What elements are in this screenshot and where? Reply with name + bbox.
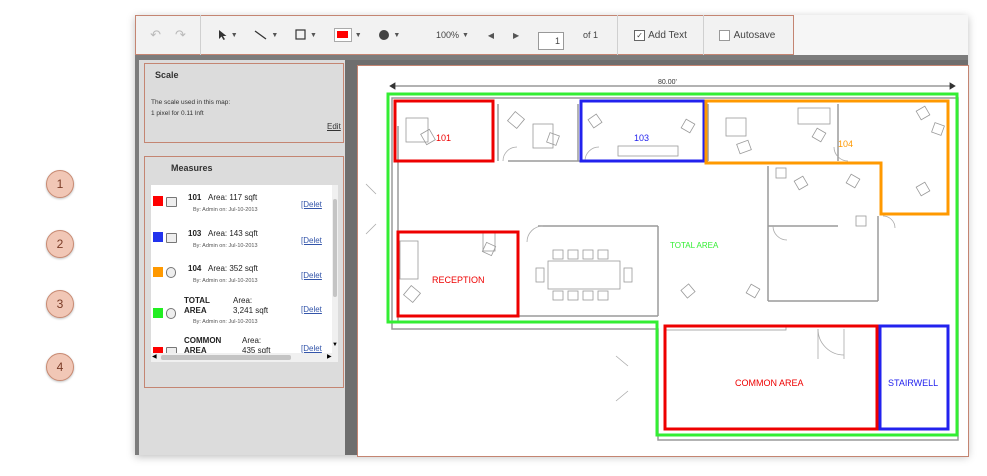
app-window: ↶ ↷ ▼ ▼ ▼ ▼ ▼ 100% ▼ ◀ ▶ 1 of 1 ✓ Add Te…: [135, 15, 969, 457]
measures-vertical-scrollbar[interactable]: ▼: [332, 185, 338, 353]
reception-label: RECEPTION: [432, 275, 485, 285]
building-walls: [391, 97, 959, 441]
next-page-icon[interactable]: ▶: [513, 16, 519, 54]
rectangle-tool-button[interactable]: ▼: [295, 16, 317, 54]
list-item[interactable]: 103 Area: 143 sqft By: Admin on: Jul-10-…: [151, 226, 338, 260]
circle-fill-icon: [379, 30, 390, 40]
room-icon: [166, 233, 177, 243]
color-picker-button[interactable]: ▼: [333, 16, 362, 54]
toolbar: ↶ ↷ ▼ ▼ ▼ ▼ ▼ 100% ▼ ◀ ▶ 1 of 1 ✓ Add Te…: [135, 15, 794, 55]
add-text-label: Add Text: [648, 29, 687, 41]
line-tool-icon: [254, 30, 267, 40]
reception-outline[interactable]: [396, 230, 520, 318]
room-104-label: 104: [838, 139, 853, 149]
toolbar-empty-area: [794, 15, 968, 55]
scroll-down-icon[interactable]: ▼: [332, 342, 338, 348]
room-101-outline[interactable]: [393, 99, 495, 163]
total-area-label: TOTAL AREA: [670, 241, 719, 250]
room-icon: [166, 197, 177, 207]
page-input[interactable]: 1: [538, 31, 565, 50]
scale-value: 1 pixel for 0.11 lnft: [151, 110, 204, 117]
floorplan-canvas[interactable]: 80.00' 101 103 104 TOTAL AREA RECEPTION …: [357, 65, 969, 457]
callout-1: 1: [46, 170, 74, 198]
add-text-toggle[interactable]: ✓ Add Text: [618, 16, 703, 54]
delete-link[interactable]: [Delet: [301, 236, 322, 245]
callout-3: 3: [46, 290, 74, 318]
autosave-checkbox[interactable]: [718, 29, 730, 41]
furniture: [399, 105, 945, 331]
color-swatch-icon: [333, 28, 352, 42]
list-item[interactable]: 104 Area: 352 sqft By: Admin on: Jul-10-…: [151, 261, 338, 295]
redo-icon[interactable]: ↷: [175, 16, 186, 54]
scale-edit-link[interactable]: Edit: [327, 122, 341, 131]
delete-link[interactable]: [Delet: [301, 344, 322, 353]
delete-link[interactable]: [Delet: [301, 271, 322, 280]
delete-link[interactable]: [Delet: [301, 200, 322, 209]
list-item[interactable]: TOTAL AREA Area: 3,241 sqft By: Admin on…: [151, 294, 338, 334]
room-103-label: 103: [634, 133, 649, 143]
autosave-toggle[interactable]: Autosave: [704, 16, 790, 54]
page-total-label: of 1: [582, 30, 598, 40]
fill-style-button[interactable]: ▼: [378, 16, 400, 54]
scale-panel: Scale The scale used in this map: 1 pixe…: [144, 63, 344, 143]
cursor-arrow-icon: [218, 30, 227, 40]
dimension-label: 80.00': [658, 79, 677, 86]
scale-description: The scale used in this map:: [151, 99, 231, 106]
color-swatch: [153, 196, 163, 206]
delete-link[interactable]: [Delet: [301, 305, 322, 314]
line-tool-button[interactable]: ▼: [254, 16, 278, 54]
scale-title: Scale: [155, 70, 179, 80]
list-item[interactable]: 101 Area: 117 sqft By: Admin on: Jul-10-…: [151, 190, 338, 224]
undo-icon[interactable]: ↶: [150, 16, 161, 54]
polygon-icon: [166, 267, 176, 278]
prev-page-icon[interactable]: ◀: [488, 16, 494, 54]
zoom-select[interactable]: 100% ▼: [436, 16, 469, 54]
polygon-icon: [166, 308, 176, 319]
measures-list: 101 Area: 117 sqft By: Admin on: Jul-10-…: [151, 185, 338, 362]
color-swatch: [153, 308, 163, 318]
scroll-left-icon[interactable]: ◀: [152, 353, 157, 360]
doors: [365, 146, 896, 402]
total-area-outline[interactable]: [386, 92, 959, 437]
workspace: Scale The scale used in this map: 1 pixe…: [135, 55, 969, 457]
color-swatch: [153, 232, 163, 242]
measures-title: Measures: [171, 163, 213, 173]
stairwell-label: STAIRWELL: [888, 378, 938, 388]
room-103-outline[interactable]: [579, 99, 706, 163]
autosave-label: Autosave: [733, 29, 776, 41]
callout-4: 4: [46, 353, 74, 381]
add-text-checkbox[interactable]: ✓: [634, 29, 646, 41]
scrollbar-thumb[interactable]: [333, 199, 337, 297]
measures-panel: Measures 101 Area: 117 sqft By: Admin on…: [144, 156, 344, 388]
left-pane: Scale The scale used in this map: 1 pixe…: [139, 60, 349, 455]
callout-2: 2: [46, 230, 74, 258]
rectangle-tool-icon: [295, 29, 306, 40]
select-tool-button[interactable]: ▼: [218, 16, 238, 54]
color-swatch: [153, 267, 163, 277]
measures-horizontal-scrollbar[interactable]: ◀ ▶: [151, 353, 338, 362]
room-101-label: 101: [436, 133, 451, 143]
scroll-right-icon[interactable]: ▶: [327, 353, 332, 360]
floorplan-drawing[interactable]: 80.00' 101 103 104 TOTAL AREA RECEPTION …: [358, 66, 969, 457]
common-area-label: COMMON AREA: [735, 378, 804, 388]
scrollbar-thumb[interactable]: [161, 355, 291, 360]
